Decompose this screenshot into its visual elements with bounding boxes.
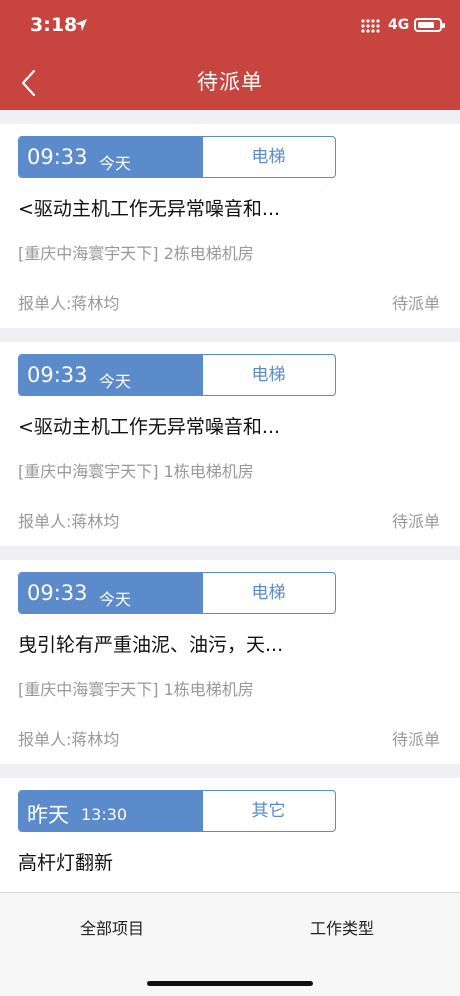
order-title: <驱动主机工作无异常噪音和...	[18, 416, 281, 438]
order-badge: 09:33 今天 电梯	[18, 136, 336, 178]
order-card[interactable]: 昨天 13:30 其它 高杆灯翻新	[0, 778, 460, 892]
badge-time-block: 09:33 今天	[19, 573, 203, 613]
order-day: 今天	[99, 590, 132, 609]
order-category: 其它	[251, 801, 286, 821]
order-time: 09:33	[27, 145, 88, 169]
order-title: <驱动主机工作无异常噪音和...	[18, 198, 281, 220]
order-day: 今天	[99, 154, 132, 173]
order-category: 电梯	[251, 365, 286, 385]
order-status: 待派单	[391, 294, 440, 313]
tab-all-projects[interactable]: 全部项目	[80, 915, 144, 939]
order-category: 电梯	[251, 147, 286, 167]
order-location: [重庆中海寰宇天下] 1栋电梯机房	[18, 462, 254, 481]
order-reporter: 报单人:蒋林均	[18, 512, 120, 531]
order-day: 昨天	[27, 803, 69, 827]
app-header: 3:18 4G 待派单	[0, 0, 460, 110]
location-arrow-icon	[75, 19, 87, 31]
order-badge: 09:33 今天 电梯	[18, 354, 336, 396]
order-category: 电梯	[251, 583, 286, 603]
order-card[interactable]: 09:33 今天 电梯 曳引轮有严重油泥、油污，天... [重庆中海寰宇天下] …	[0, 560, 460, 764]
badge-time-block: 09:33 今天	[19, 137, 203, 177]
order-time: 13:30	[81, 805, 128, 824]
order-reporter: 报单人:蒋林均	[18, 730, 120, 749]
home-indicator	[147, 981, 313, 986]
order-card[interactable]: 09:33 今天 电梯 <驱动主机工作无异常噪音和... [重庆中海寰宇天下] …	[0, 342, 460, 546]
order-card[interactable]: 09:33 今天 电梯 <驱动主机工作无异常噪音和... [重庆中海寰宇天下] …	[0, 124, 460, 328]
order-time: 09:33	[27, 363, 88, 387]
status-time: 3:18	[30, 14, 78, 36]
order-location: [重庆中海寰宇天下] 1栋电梯机房	[18, 680, 254, 699]
network-type: 4G	[388, 17, 410, 33]
order-list: 09:33 今天 电梯 <驱动主机工作无异常噪音和... [重庆中海寰宇天下] …	[0, 110, 460, 892]
order-time: 09:33	[27, 581, 88, 605]
battery-icon	[414, 18, 445, 32]
order-badge: 昨天 13:30 其它	[18, 790, 336, 832]
order-badge: 09:33 今天 电梯	[18, 572, 336, 614]
badge-time-block: 昨天 13:30	[19, 791, 203, 831]
tab-work-type[interactable]: 工作类型	[310, 915, 374, 939]
order-reporter: 报单人:蒋林均	[18, 294, 120, 313]
bottom-tab-bar: 全部项目 工作类型	[0, 892, 460, 996]
order-title: 曳引轮有严重油泥、油污，天...	[18, 634, 284, 656]
page-title: 待派单	[197, 70, 263, 94]
signal-icon	[361, 19, 380, 33]
order-day: 今天	[99, 372, 132, 391]
order-location: [重庆中海寰宇天下] 2栋电梯机房	[18, 244, 254, 263]
order-status: 待派单	[391, 730, 440, 749]
order-status: 待派单	[391, 512, 440, 531]
status-bar: 3:18 4G	[0, 0, 460, 54]
badge-time-block: 09:33 今天	[19, 355, 203, 395]
order-title: 高杆灯翻新	[18, 852, 114, 874]
